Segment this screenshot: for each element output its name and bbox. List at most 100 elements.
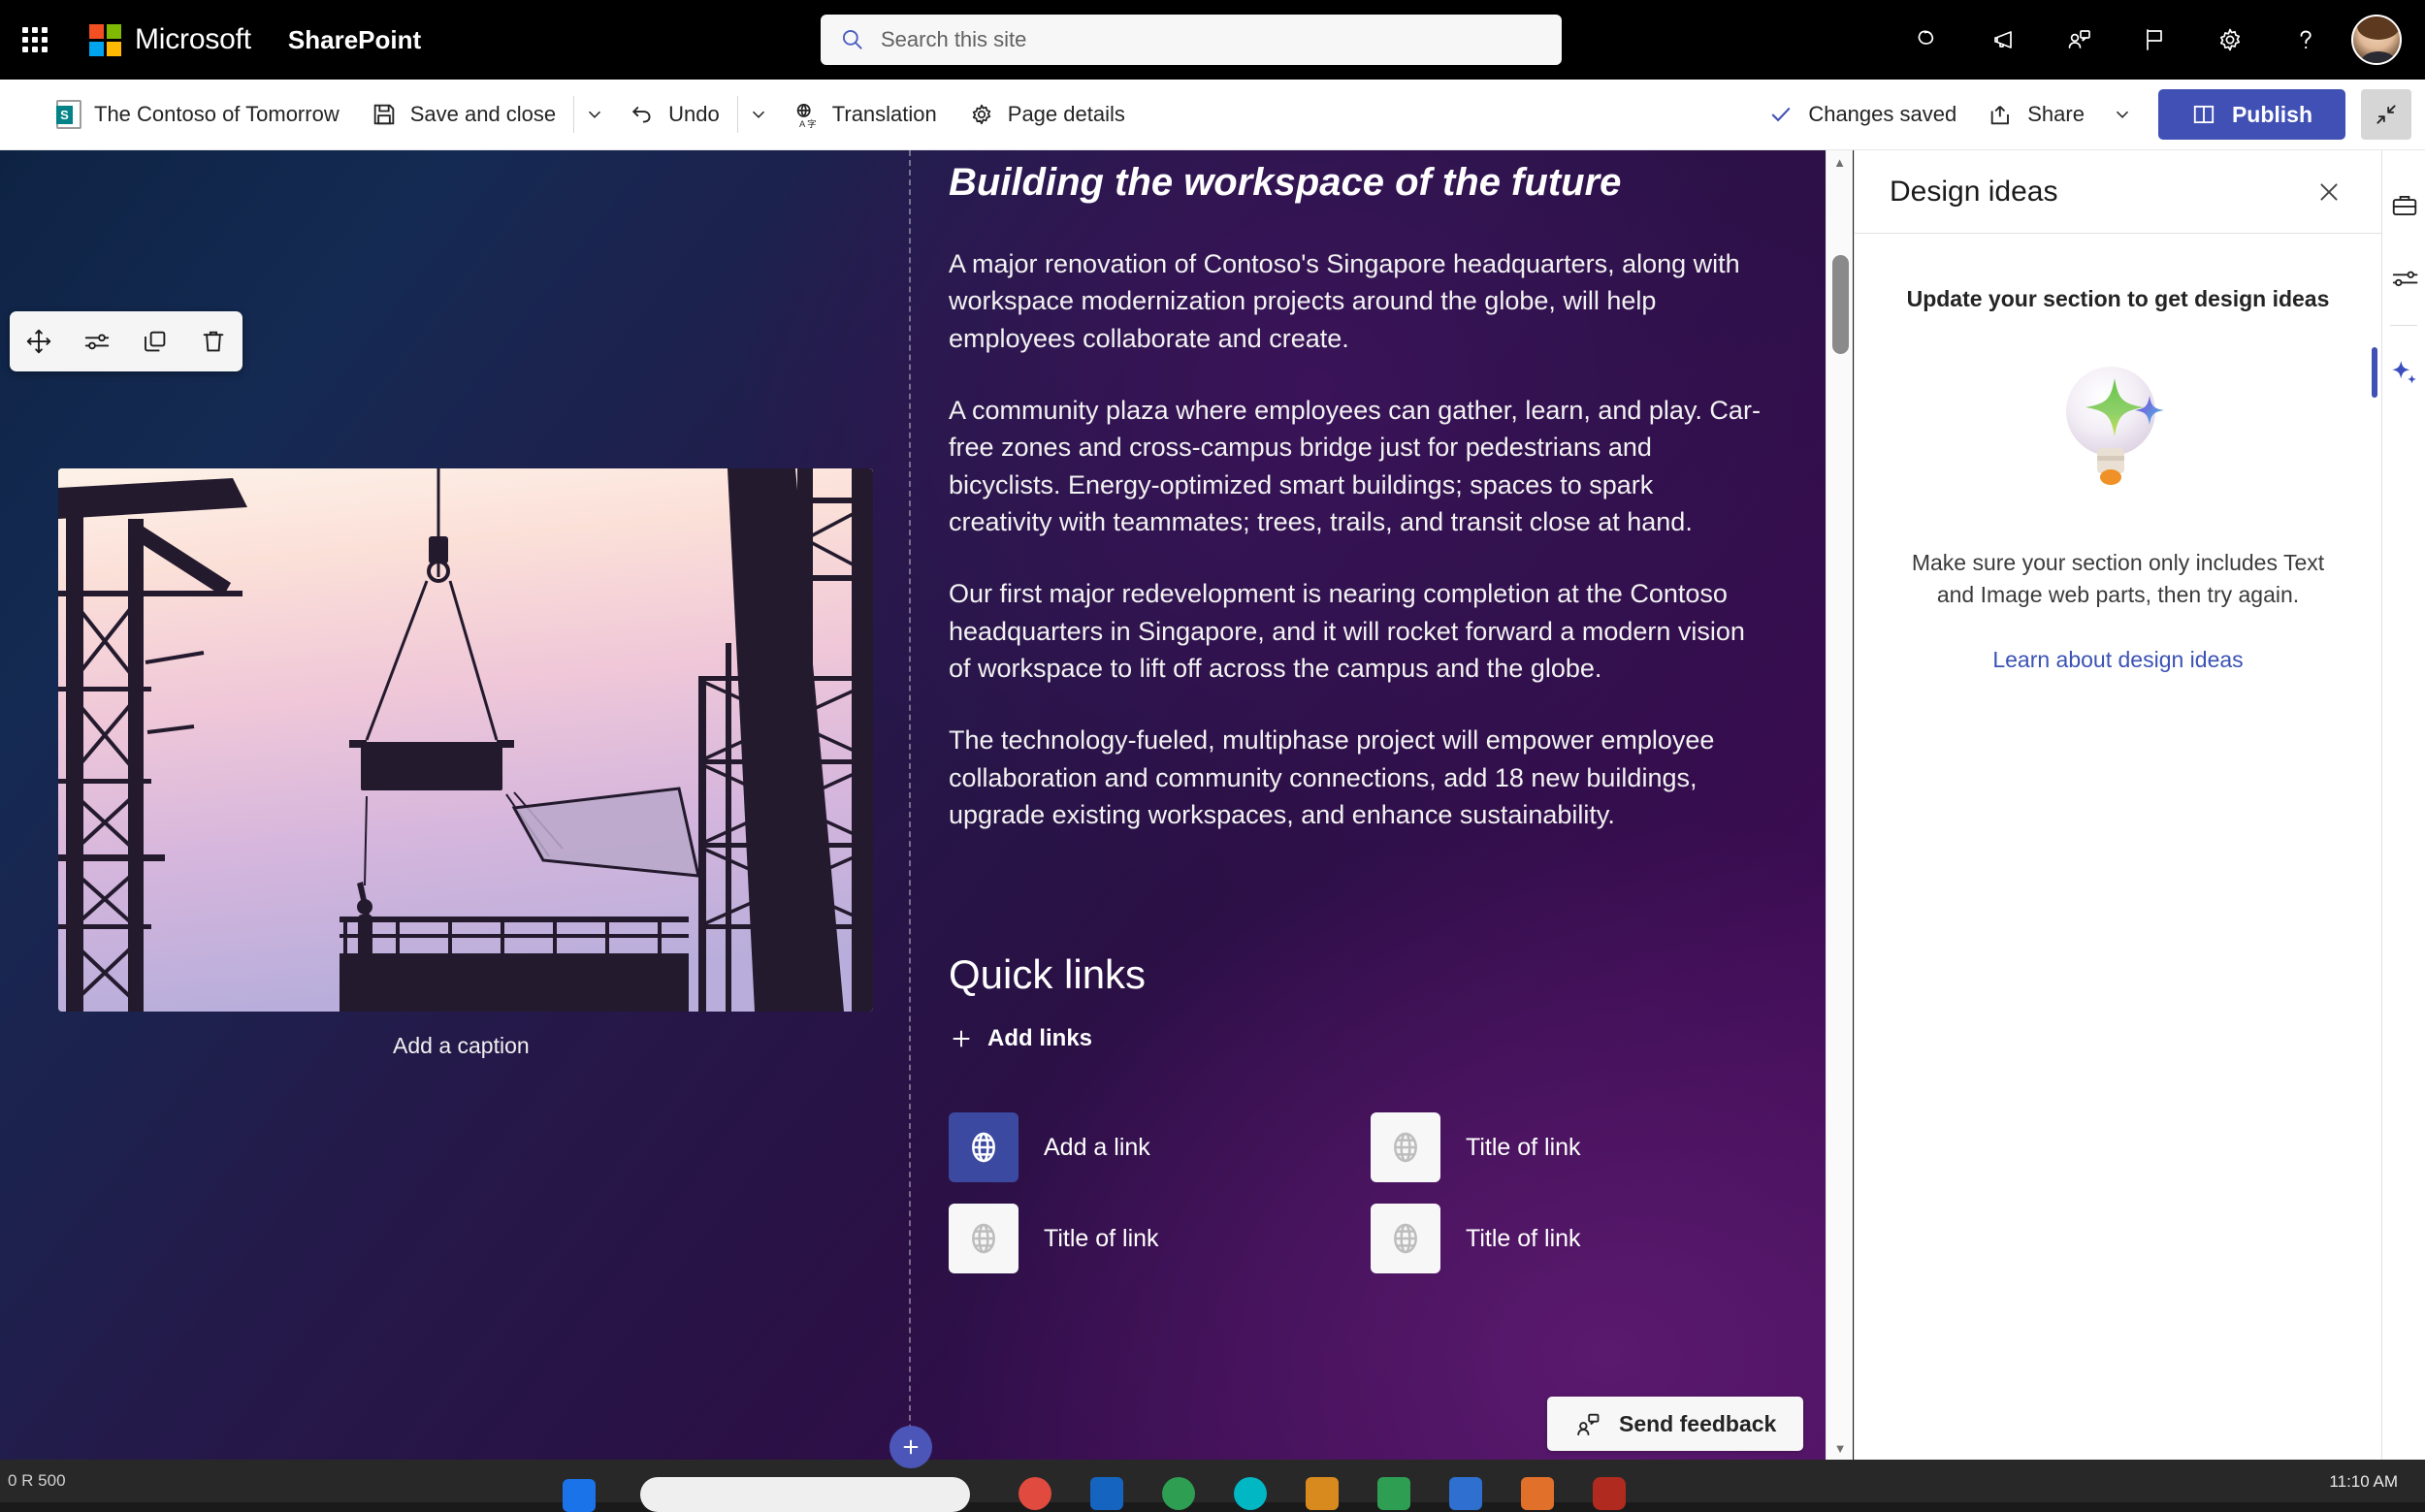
text-web-part[interactable]: Building the workspace of the future A m… (949, 150, 1763, 1274)
taskbar-app-icon[interactable] (1234, 1477, 1267, 1510)
globe-icon (949, 1204, 1018, 1274)
article-paragraph: Our first major redevelopment is nearing… (949, 579, 1745, 683)
os-taskbar: 0 R 500 11:10 AM (0, 1460, 2425, 1512)
taskbar-pinned-apps (1018, 1477, 1626, 1510)
quick-link-item[interactable]: Title of link (949, 1204, 1371, 1274)
search-icon (842, 29, 862, 49)
publish-label: Publish (2231, 101, 2312, 127)
add-links-label: Add links (987, 1025, 1093, 1052)
undo-label: Undo (668, 102, 720, 126)
add-links-button[interactable]: Add links (949, 1025, 1092, 1052)
save-and-close-button[interactable]: Save and close (355, 91, 571, 138)
microsoft-wordmark: Microsoft (135, 23, 251, 55)
translation-button[interactable]: A 字 Translation (777, 91, 953, 138)
scrollbar-thumb[interactable] (1832, 255, 1849, 354)
image-caption-input[interactable]: Add a caption (58, 1033, 873, 1059)
sliders-icon (84, 334, 110, 350)
panel-lead-text: Update your section to get design ideas (1906, 286, 2330, 311)
app-launcher-button[interactable] (0, 0, 70, 80)
quick-link-item[interactable]: Add a link (949, 1112, 1371, 1183)
gear-icon[interactable] (2192, 0, 2268, 80)
divider (2390, 325, 2417, 326)
taskbar-app-icon[interactable] (1449, 1477, 1482, 1510)
quick-link-label: Add a link (1044, 1133, 1150, 1161)
move-web-part-button[interactable] (16, 319, 61, 364)
web-part-toolbar (10, 311, 242, 371)
flag-icon[interactable] (2117, 0, 2192, 80)
save-and-close-label: Save and close (409, 102, 557, 126)
construction-photo[interactable] (58, 468, 873, 1012)
share-label: Share (2027, 102, 2085, 126)
taskbar-search-box[interactable] (640, 1477, 970, 1512)
publish-book-icon (2193, 105, 2215, 124)
feedback-person-icon (1577, 1413, 1600, 1436)
save-icon (373, 104, 394, 125)
article-paragraph: A major renovation of Contoso's Singapor… (949, 249, 1740, 353)
microsoft-logo[interactable]: Microsoft (70, 23, 251, 56)
taskbar-app-icon[interactable] (563, 1479, 596, 1512)
scroll-down-arrow-icon[interactable]: ▼ (1827, 1436, 1854, 1460)
publish-button[interactable]: Publish (2157, 89, 2345, 140)
feedback-person-icon[interactable] (2041, 0, 2117, 80)
page-title-button[interactable]: The Contoso of Tomorrow (41, 91, 355, 138)
share-button[interactable]: Share (1972, 91, 2100, 138)
svg-text:A: A (799, 119, 806, 128)
undo-button[interactable]: Undo (613, 91, 735, 138)
duplicate-web-part-button[interactable] (133, 319, 178, 364)
section-column-divider (909, 150, 911, 1460)
send-feedback-button[interactable]: Send feedback (1547, 1397, 1804, 1451)
image-web-part[interactable]: Add a caption (58, 468, 873, 1059)
taskbar-clock: 11:10 AM (2329, 1472, 2398, 1491)
suite-bar-actions (1890, 0, 2425, 80)
delete-web-part-button[interactable] (191, 319, 236, 364)
page-details-button[interactable]: Page details (953, 91, 1141, 138)
app-name-sharepoint[interactable]: SharePoint (288, 25, 421, 55)
taskbar-app-icon[interactable] (1162, 1477, 1195, 1510)
save-options-chevron-down-icon[interactable] (576, 91, 613, 138)
exit-fullscreen-button[interactable] (2361, 89, 2411, 140)
checkmark-icon (1772, 108, 1791, 122)
add-section-button[interactable] (889, 1426, 932, 1468)
avatar[interactable] (2351, 15, 2402, 65)
taskbar-app-icon[interactable] (1593, 1477, 1626, 1510)
quick-links-web-part[interactable]: Quick links Add links Add a link Title o… (949, 951, 1763, 1274)
waffle-icon (22, 27, 48, 52)
collapse-arrows-icon (2376, 105, 2396, 124)
undo-options-chevron-down-icon[interactable] (740, 91, 777, 138)
sparkle-icon[interactable] (2372, 336, 2425, 409)
search-box[interactable] (821, 15, 1562, 65)
canvas-scrollbar[interactable]: ▲ ▼ (1826, 150, 1853, 1460)
edit-web-part-button[interactable] (75, 319, 119, 364)
quick-link-item[interactable]: Title of link (1371, 1204, 1793, 1274)
globe-icon (1371, 1112, 1440, 1183)
undo-icon (632, 107, 651, 123)
share-options-chevron-down-icon[interactable] (2104, 91, 2141, 138)
copilot-icon[interactable] (1890, 0, 1965, 80)
toolbox-icon[interactable] (2382, 168, 2425, 241)
translation-icon: A 字 (796, 103, 816, 128)
design-ideas-panel: Design ideas Update your section to get … (1854, 150, 2381, 1460)
taskbar-app-icons (563, 1479, 596, 1512)
taskbar-app-icon[interactable] (1306, 1477, 1339, 1510)
translation-label: Translation (831, 102, 937, 126)
megaphone-icon[interactable] (1965, 0, 2041, 80)
taskbar-app-icon[interactable] (1521, 1477, 1554, 1510)
microsoft-squares-icon (89, 23, 121, 56)
article-paragraph: The technology-fueled, multiphase projec… (949, 725, 1715, 829)
scroll-up-arrow-icon[interactable]: ▲ (1827, 150, 1853, 174)
taskbar-app-icon[interactable] (1377, 1477, 1410, 1510)
quick-link-item[interactable]: Title of link (1371, 1112, 1793, 1183)
close-icon[interactable] (2310, 173, 2348, 211)
send-feedback-label: Send feedback (1619, 1410, 1777, 1436)
taskbar-app-icon[interactable] (1090, 1477, 1123, 1510)
svg-text:字: 字 (807, 118, 816, 128)
sharepoint-page-icon (56, 100, 81, 129)
sliders-icon[interactable] (2382, 241, 2425, 315)
learn-about-design-ideas-link[interactable]: Learn about design ideas (1992, 647, 2243, 673)
help-icon[interactable] (2268, 0, 2344, 80)
page-title-label: The Contoso of Tomorrow (94, 102, 340, 126)
quick-link-label: Title of link (1044, 1224, 1159, 1252)
quick-links-grid: Add a link Title of link Title of link T… (949, 1112, 1763, 1274)
search-input[interactable] (881, 27, 1542, 52)
taskbar-app-icon[interactable] (1018, 1477, 1051, 1510)
